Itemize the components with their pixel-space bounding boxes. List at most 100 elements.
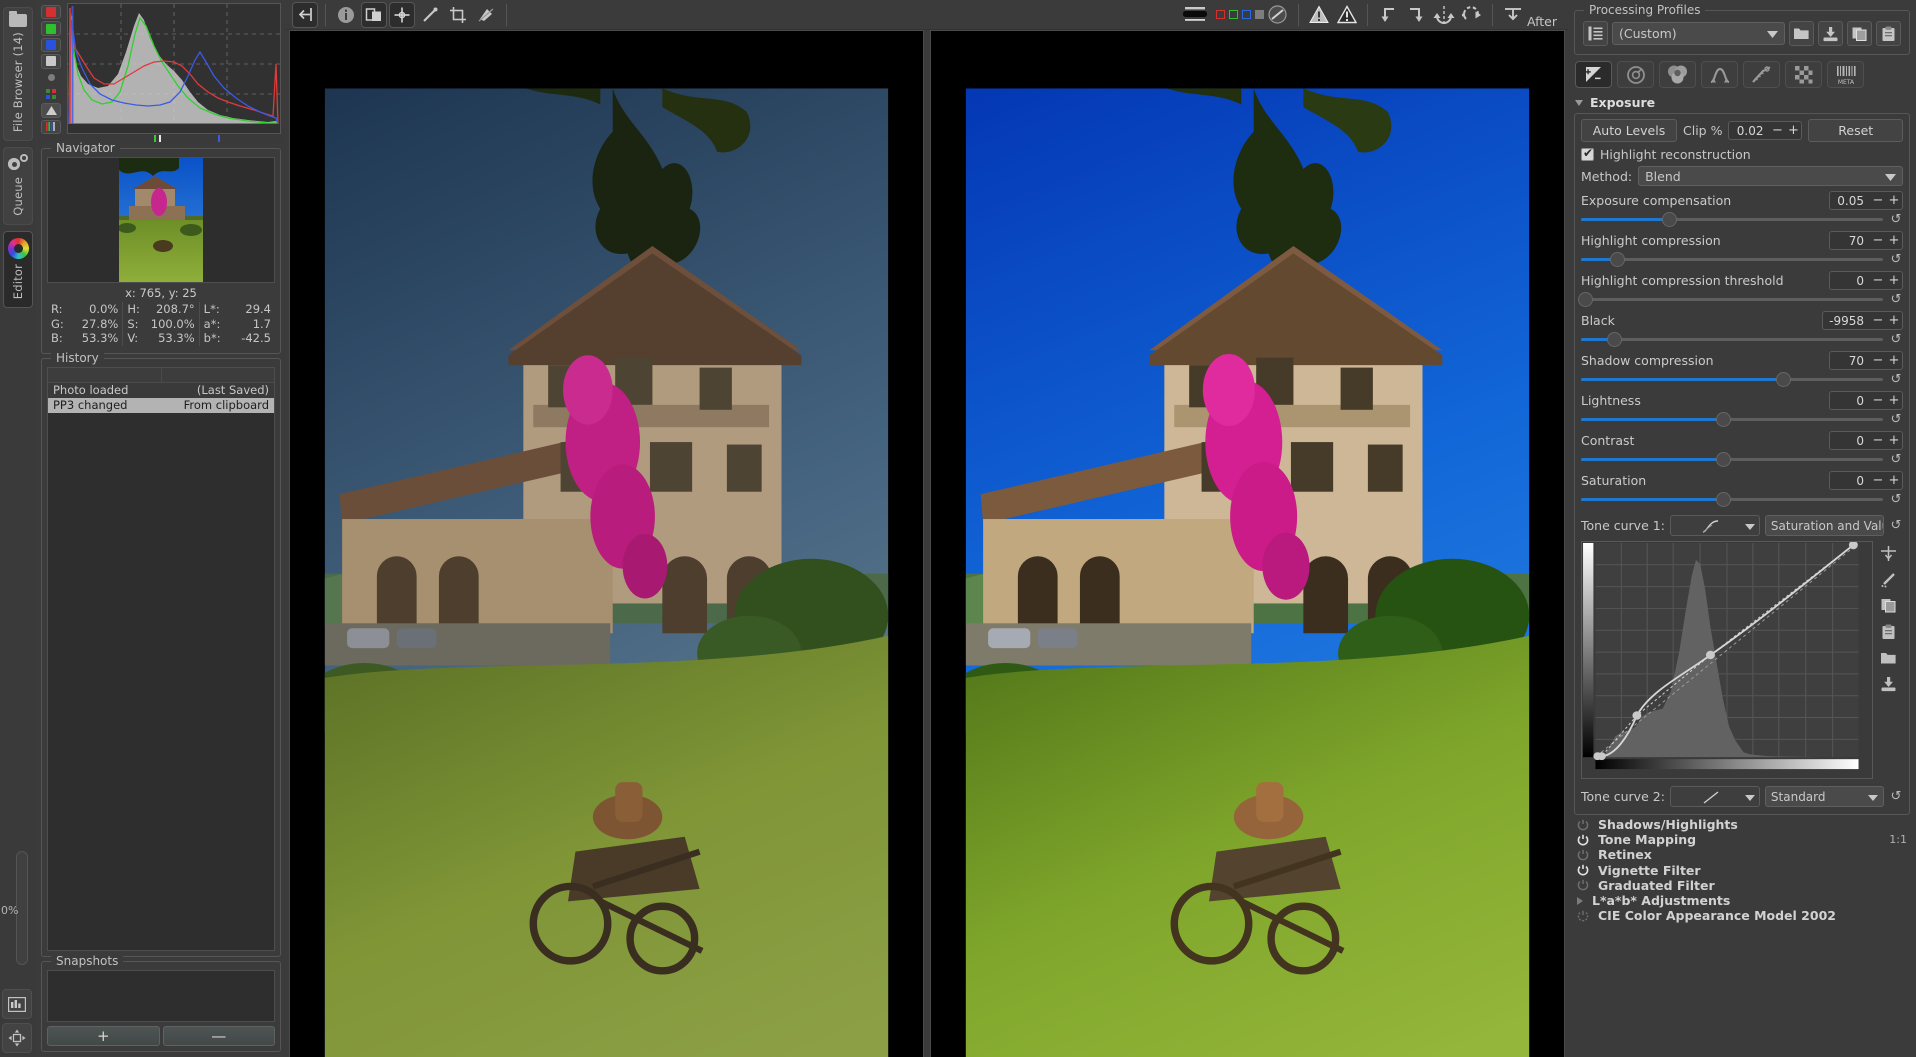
decrement-icon[interactable]: − xyxy=(1870,433,1886,448)
slider-reset-icon[interactable]: ↺ xyxy=(1889,452,1903,467)
highlight-reconstruction-row[interactable]: Highlight reconstruction xyxy=(1581,146,1903,162)
tab-transform[interactable] xyxy=(1743,61,1780,88)
profile-select[interactable]: (Custom) xyxy=(1612,22,1785,45)
tone-curve-2-shape-select[interactable] xyxy=(1669,786,1760,807)
histogram-toggle-button[interactable] xyxy=(2,989,32,1019)
table-row[interactable]: Photo loaded (Last Saved) xyxy=(48,382,274,398)
histogram-mode-toggle[interactable] xyxy=(41,103,61,118)
slider-reset-icon[interactable]: ↺ xyxy=(1889,492,1903,507)
slider-knob[interactable] xyxy=(1661,211,1677,227)
slider-knob[interactable] xyxy=(1715,491,1731,507)
power-icon[interactable] xyxy=(1577,910,1589,922)
paste-profile-button[interactable] xyxy=(1876,21,1901,46)
slider-knob[interactable] xyxy=(1578,291,1593,307)
tab-detail[interactable] xyxy=(1617,61,1654,88)
slider-reset-icon[interactable]: ↺ xyxy=(1889,252,1903,267)
increment-icon[interactable]: + xyxy=(1886,313,1902,328)
slider-reset-icon[interactable]: ↺ xyxy=(1889,372,1903,387)
table-row[interactable]: PP3 changed From clipboard xyxy=(48,397,274,413)
copy-profile-button[interactable] xyxy=(1847,21,1872,46)
increment-icon[interactable]: + xyxy=(1886,233,1902,248)
slider-knob[interactable] xyxy=(1776,371,1792,387)
shadow-clip-warning-button[interactable] xyxy=(1306,2,1332,28)
increment-icon[interactable]: + xyxy=(1886,193,1902,208)
power-icon[interactable] xyxy=(1577,819,1589,831)
increment-icon[interactable]: + xyxy=(1886,473,1902,488)
profile-list-button[interactable] xyxy=(1583,21,1608,46)
expander-icon[interactable] xyxy=(1577,896,1583,905)
auto-levels-button[interactable]: Auto Levels xyxy=(1581,119,1677,142)
reset-button[interactable]: Reset xyxy=(1808,119,1903,142)
slider-knob[interactable] xyxy=(1610,251,1626,267)
exposure-section-header[interactable]: Exposure xyxy=(1571,92,1913,113)
history-table[interactable]: Photo loaded (Last Saved) PP3 changed Fr… xyxy=(47,366,275,951)
tool-retinex[interactable]: Retinex xyxy=(1577,847,1907,862)
gray-swatch-icon[interactable] xyxy=(1254,10,1264,19)
white-balance-picker-button[interactable] xyxy=(417,2,443,28)
tab-advanced[interactable] xyxy=(1701,61,1738,88)
hide-right-panel-button[interactable] xyxy=(1500,2,1526,28)
decrement-icon[interactable]: − xyxy=(1870,193,1886,208)
power-icon[interactable] xyxy=(1577,879,1589,891)
increment-icon[interactable]: + xyxy=(1886,273,1902,288)
histogram-raw-toggle[interactable] xyxy=(41,87,61,101)
curve-load-button[interactable] xyxy=(1878,649,1898,666)
slider-track[interactable] xyxy=(1581,451,1883,467)
decrement-icon[interactable]: − xyxy=(1870,393,1886,408)
snapshots-list[interactable] xyxy=(47,970,275,1022)
tool-cie-color-appearance-model[interactable]: CIE Color Appearance Model 2002 xyxy=(1577,908,1907,923)
decrement-icon[interactable]: − xyxy=(1870,313,1886,328)
rotate-right-button[interactable] xyxy=(1403,2,1429,28)
curve-edit-button[interactable] xyxy=(1878,571,1898,588)
histogram-plot[interactable] xyxy=(67,3,281,134)
tone-curve-2-type-select[interactable]: Standard xyxy=(1764,786,1884,807)
sidebar-item-file-browser[interactable]: File Browser (14) xyxy=(3,7,33,142)
before-after-button[interactable] xyxy=(361,1,387,28)
green-swatch-icon[interactable] xyxy=(1228,10,1238,19)
save-profile-button[interactable] xyxy=(1818,21,1843,46)
tool-vignette-filter[interactable]: Vignette Filter xyxy=(1577,863,1907,878)
power-icon[interactable] xyxy=(1577,864,1589,876)
tab-color[interactable] xyxy=(1659,61,1696,88)
clip-percent-stepper[interactable]: 0.02 − + xyxy=(1728,121,1803,140)
load-profile-button[interactable] xyxy=(1789,21,1814,46)
histogram-red-toggle[interactable] xyxy=(41,5,61,20)
slider-track[interactable] xyxy=(1581,331,1883,347)
straighten-tool-button[interactable] xyxy=(473,2,499,28)
histogram-bar-mode-toggle[interactable] xyxy=(41,119,61,134)
slider-track[interactable] xyxy=(1581,251,1883,267)
power-icon[interactable] xyxy=(1577,849,1589,861)
after-image-pane[interactable] xyxy=(930,30,1565,1057)
decrement-icon[interactable]: − xyxy=(1769,123,1785,138)
tool-tone-mapping[interactable]: Tone Mapping 1:1 xyxy=(1577,832,1907,847)
curve-paste-button[interactable] xyxy=(1878,623,1898,640)
decrement-icon[interactable]: − xyxy=(1870,273,1886,288)
blue-swatch-icon[interactable] xyxy=(1241,10,1251,19)
tool-lab-adjustments[interactable]: L*a*b* Adjustments xyxy=(1577,893,1907,908)
highlight-reconstruction-checkbox[interactable] xyxy=(1581,146,1594,161)
sidebar-item-queue[interactable]: Queue xyxy=(3,147,33,225)
tab-raw[interactable] xyxy=(1785,61,1822,88)
tone-curve-1-canvas[interactable] xyxy=(1581,540,1873,779)
histogram-green-toggle[interactable] xyxy=(41,21,61,36)
decrement-icon[interactable]: − xyxy=(1870,353,1886,368)
increment-icon[interactable]: + xyxy=(1886,353,1902,368)
method-select[interactable]: Blend xyxy=(1638,166,1903,186)
curve-node-button[interactable] xyxy=(1878,545,1898,562)
decrement-icon[interactable]: − xyxy=(1870,473,1886,488)
slider-track[interactable] xyxy=(1581,371,1883,387)
slider-track[interactable] xyxy=(1581,411,1883,427)
crop-tool-button[interactable] xyxy=(445,2,471,28)
slider-knob[interactable] xyxy=(1715,411,1731,427)
tab-metadata[interactable]: META xyxy=(1827,61,1864,88)
increment-icon[interactable]: + xyxy=(1886,393,1902,408)
slider-reset-icon[interactable]: ↺ xyxy=(1889,332,1903,347)
increment-icon[interactable]: + xyxy=(1886,433,1902,448)
tone-curve-1-shape-select[interactable] xyxy=(1669,515,1760,536)
sidebar-item-editor[interactable]: Editor xyxy=(3,230,33,309)
rotate-left-button[interactable] xyxy=(1375,2,1401,28)
increment-icon[interactable]: + xyxy=(1785,123,1801,138)
curve-save-button[interactable] xyxy=(1878,675,1898,692)
remove-snapshot-button[interactable]: — xyxy=(162,1026,275,1046)
tone-curve-1-reset-icon[interactable]: ↺ xyxy=(1889,518,1903,533)
